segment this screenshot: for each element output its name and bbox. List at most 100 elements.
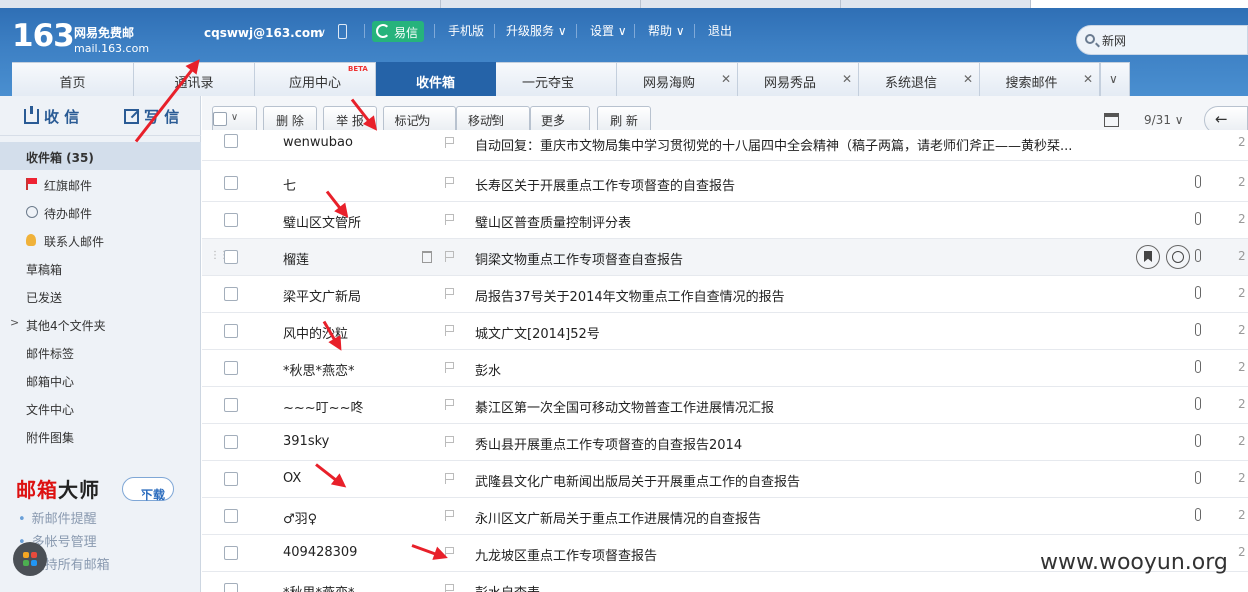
sidebar-item-file-center[interactable]: 文件中心 [0, 394, 201, 422]
tab-yiyuan[interactable]: 一元夺宝 [496, 62, 617, 96]
promo-title: 邮箱大师 [16, 474, 100, 503]
receive-button[interactable]: 收 信 [24, 106, 79, 127]
flag-icon[interactable] [445, 436, 455, 447]
table-row[interactable]: ~~~叮~~咚 綦江区第一次全国可移动文物普查工作进展情况汇报 2 [202, 387, 1248, 424]
row-checkbox[interactable] [224, 398, 238, 412]
tab-home[interactable]: 首页 [12, 62, 134, 96]
sidebar-item-contact-mail[interactable]: 联系人邮件 [0, 226, 201, 254]
tab-search-mail[interactable]: 搜索邮件 ✕ [980, 62, 1100, 96]
phone-icon[interactable] [338, 24, 347, 39]
chevron-down-icon: ∨ [556, 112, 564, 123]
clock-icon[interactable] [1166, 245, 1190, 269]
sidebar-item-drafts[interactable]: 草稿箱 [0, 254, 201, 282]
browser-tab[interactable] [440, 0, 640, 8]
table-row[interactable]: *秋思*燕恋* 彭水 2 [202, 350, 1248, 387]
page-indicator[interactable]: 9/31 ∨ [1144, 113, 1184, 127]
close-icon[interactable]: ✕ [963, 72, 973, 86]
row-checkbox[interactable] [224, 583, 238, 592]
sidebar-item-sent[interactable]: 已发送 [0, 282, 201, 310]
close-icon[interactable]: ✕ [842, 72, 852, 86]
row-checkbox[interactable] [224, 361, 238, 375]
receive-label: 收 信 [44, 108, 80, 126]
nav-mobile[interactable]: 手机版 [448, 22, 484, 39]
flag-icon[interactable] [445, 399, 455, 410]
flag-icon[interactable] [445, 510, 455, 521]
flag-icon[interactable] [445, 137, 455, 148]
flag-icon[interactable] [445, 362, 455, 373]
close-icon[interactable]: ✕ [721, 72, 731, 86]
sidebar-item-inbox[interactable]: 收件箱 (35) [0, 142, 201, 170]
user-account[interactable]: cqswwj@163.com [204, 26, 323, 40]
mail-date: 2 [1238, 434, 1246, 448]
tab-system-bounce[interactable]: 系统退信 ✕ [859, 62, 980, 96]
row-checkbox[interactable] [224, 546, 238, 560]
sidebar-item-mail-center[interactable]: 邮箱中心 [0, 366, 201, 394]
yixin-button[interactable]: 易信 [372, 21, 424, 42]
browser-tab[interactable] [840, 0, 1030, 8]
flag-icon[interactable] [445, 288, 455, 299]
tab-label: 网易秀品 [763, 76, 816, 91]
delete-button[interactable]: 删 除 [263, 106, 317, 133]
refresh-button[interactable]: 刷 新 [597, 106, 651, 133]
nav-logout[interactable]: 退出 [708, 22, 732, 39]
close-icon[interactable]: ✕ [1083, 72, 1093, 86]
select-all-dropdown[interactable]: ∨ [212, 106, 257, 133]
row-checkbox[interactable] [224, 472, 238, 486]
tab-inbox[interactable]: 收件箱 [376, 62, 496, 96]
row-checkbox[interactable] [224, 250, 238, 264]
sidebar-item-other-folders[interactable]: > 其他4个文件夹 [0, 310, 201, 338]
table-row[interactable]: OX 武隆县文化广电新闻出版局关于开展重点工作的自查报告 2 [202, 461, 1248, 498]
sidebar-item-flagged[interactable]: 红旗邮件 [0, 170, 201, 198]
nav-settings[interactable]: 设置 ∨ [590, 22, 627, 39]
table-row[interactable]: 七 长寿区关于开展重点工作专项督查的自查报告 2 [202, 165, 1248, 202]
row-checkbox[interactable] [224, 176, 238, 190]
calendar-icon[interactable] [1104, 113, 1119, 127]
browser-tab[interactable] [640, 0, 840, 8]
table-row[interactable]: *秋思*燕恋* 彭水自查表 [202, 572, 1248, 592]
sidebar-item-todo[interactable]: 待办邮件 [0, 198, 201, 226]
flag-icon[interactable] [445, 214, 455, 225]
tabs-more-button[interactable]: ∨ [1100, 62, 1130, 96]
mail-sender: 七 [283, 179, 297, 194]
table-row[interactable]: 风中的沙粒 城文广文[2014]52号 2 [202, 313, 1248, 350]
more-dropdown[interactable]: 更多 ∨ [530, 106, 590, 133]
table-row[interactable]: 391sky 秀山县开展重点工作专项督查的自查报告2014 2 [202, 424, 1248, 461]
flag-icon[interactable] [445, 325, 455, 336]
clock-icon [26, 206, 38, 218]
flag-icon[interactable] [445, 584, 455, 592]
tab-app-center[interactable]: 应用中心 BETA [255, 62, 376, 96]
search-icon[interactable] [1085, 34, 1095, 44]
trash-icon[interactable] [422, 251, 432, 263]
row-checkbox[interactable] [224, 213, 238, 227]
tab-xiupin[interactable]: 网易秀品 ✕ [738, 62, 859, 96]
search-input[interactable]: 新网 [1076, 25, 1248, 55]
flag-icon[interactable] [445, 177, 455, 188]
table-row[interactable]: wenwubao 自动回复：重庆市文物局集中学习贯彻党的十八届四中全会精神（稿子… [202, 130, 1248, 161]
nav-help[interactable]: 帮助 ∨ [648, 22, 685, 39]
tab-haigou[interactable]: 网易海购 ✕ [617, 62, 738, 96]
mark-as-dropdown[interactable]: 标记为 ∨ [383, 106, 456, 133]
flag-icon[interactable] [445, 251, 455, 262]
move-to-dropdown[interactable]: 移动到 ∨ [456, 106, 530, 133]
chevron-right-icon[interactable]: > [10, 316, 19, 329]
table-row[interactable]: ♂羽♀ 永川区文广新局关于重点工作进展情况的自查报告 2 [202, 498, 1248, 535]
browser-tab-active[interactable] [1030, 0, 1248, 8]
nav-upgrade[interactable]: 升级服务 ∨ [506, 22, 567, 39]
app-grid-icon[interactable] [13, 542, 47, 576]
row-checkbox[interactable] [224, 134, 238, 148]
row-checkbox[interactable] [224, 509, 238, 523]
table-row[interactable]: 梁平文广新局 局报告37号关于2014年文物重点工作自查情况的报告 2 [202, 276, 1248, 313]
row-checkbox[interactable] [224, 435, 238, 449]
bookmark-icon[interactable] [1136, 245, 1160, 269]
sidebar-item-attachments[interactable]: 附件图集 [0, 422, 201, 450]
promo-download-button[interactable]: 下载 › [122, 477, 174, 502]
logo-domain: mail.163.com [74, 42, 150, 55]
row-checkbox[interactable] [224, 324, 238, 338]
table-row[interactable]: 璧山区文管所 璧山区普查质量控制评分表 2 [202, 202, 1248, 239]
sidebar-item-tags[interactable]: 邮件标签 [0, 338, 201, 366]
flag-icon[interactable] [445, 473, 455, 484]
chevron-down-icon[interactable]: ∨ [318, 26, 326, 39]
page-number: 9/31 [1144, 113, 1171, 127]
row-checkbox[interactable] [224, 287, 238, 301]
table-row[interactable]: ⋮⋮ 榴莲 铜梁文物重点工作专项督查自查报告 2 [202, 239, 1248, 276]
